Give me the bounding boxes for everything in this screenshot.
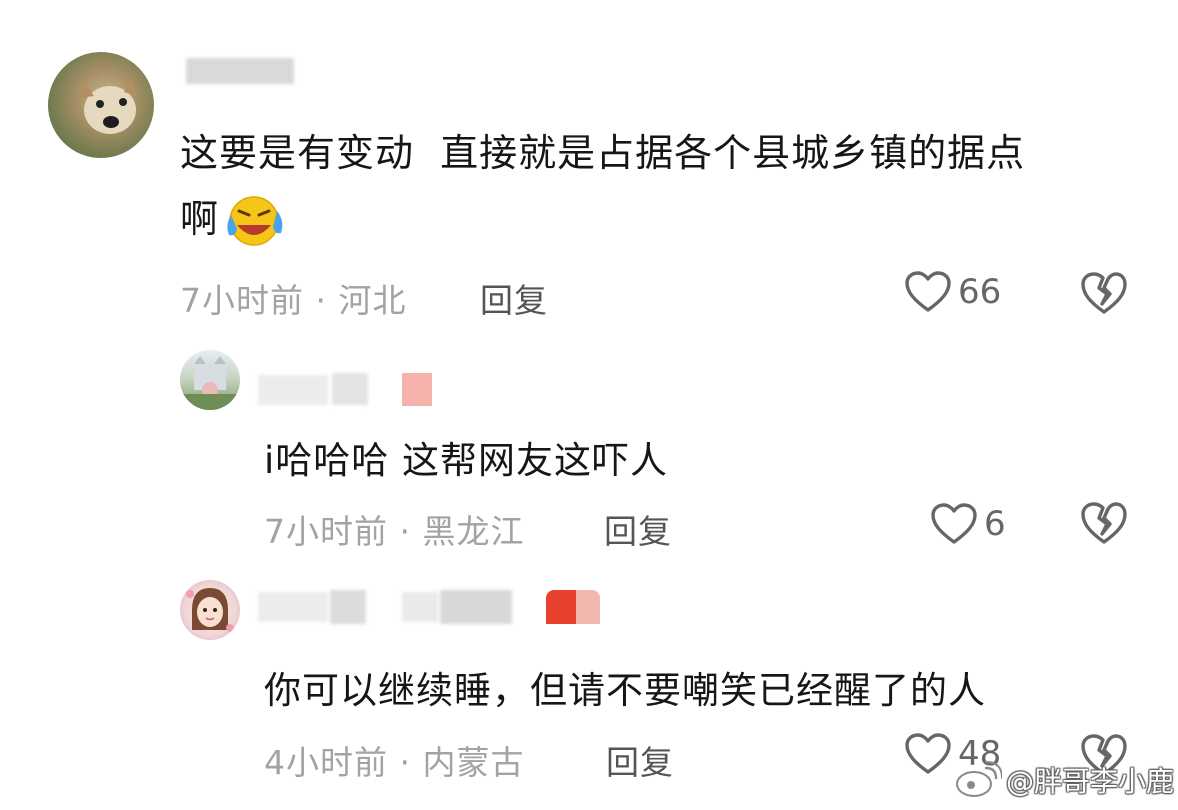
meta-separator: · (315, 281, 327, 320)
censored-username (402, 592, 438, 622)
reply-button[interactable]: 回复 (480, 274, 548, 322)
comment-location: 内蒙古 (422, 743, 525, 782)
heart-outline-icon (931, 503, 977, 544)
comment-time: 7小时前 (264, 512, 388, 551)
reply-button[interactable]: 回复 (606, 736, 674, 784)
comment-meta: 4小时前 · 内蒙古 (264, 736, 525, 784)
weibo-watermark: @胖哥李小鹿 (954, 760, 1174, 800)
comment-meta: 7小时前 · 河北 (180, 274, 407, 322)
broken-heart-icon (1081, 502, 1127, 544)
user-avatar[interactable] (48, 52, 154, 158)
broken-heart-icon (1081, 272, 1127, 314)
censored-username (332, 373, 368, 405)
reply-text: 你可以继续睡，但请不要嘲笑已经醒了的人 (264, 669, 986, 712)
meta-separator: · (399, 512, 411, 551)
watermark-text: @胖哥李小鹿 (1006, 765, 1175, 798)
user-badge (546, 590, 576, 624)
like-button[interactable]: 6 (930, 502, 1006, 546)
comment-text-line2-text: 啊 (180, 197, 220, 241)
girl-avatar-icon (186, 588, 234, 632)
comment-text-line2: 啊 (180, 188, 285, 250)
dog-face-icon (80, 78, 136, 134)
like-count: 6 (984, 504, 1006, 544)
censored-username (330, 590, 366, 624)
like-count: 66 (958, 272, 1002, 312)
user-avatar[interactable] (180, 580, 240, 640)
weibo-logo (955, 761, 1002, 798)
comment-location: 黑龙江 (422, 512, 525, 551)
censored-username (440, 590, 512, 624)
heart-outline-icon (905, 271, 951, 312)
censored-username (186, 58, 294, 84)
reply-text: i哈哈哈 这帮网友这吓人 (264, 439, 669, 482)
like-button[interactable]: 66 (904, 270, 1001, 314)
comment-time: 7小时前 (180, 281, 304, 320)
user-badge-secondary (576, 590, 600, 624)
comment-text-line1: 这要是有变动 直接就是占据各个县城乡镇的据点 (180, 131, 1026, 175)
castle-photo-icon (180, 356, 240, 410)
laugh-cry-emoji (227, 196, 283, 246)
dislike-button[interactable] (1080, 500, 1128, 550)
dislike-button[interactable] (1080, 270, 1128, 320)
meta-separator: · (399, 743, 411, 782)
reply-button[interactable]: 回复 (604, 505, 672, 553)
censored-username (258, 592, 328, 622)
comment-time: 4小时前 (264, 743, 388, 782)
comment-location: 河北 (338, 281, 407, 320)
comment-meta: 7小时前 · 黑龙江 (264, 505, 525, 553)
user-avatar[interactable] (180, 350, 240, 410)
censored-username (258, 375, 328, 405)
user-badge (402, 373, 432, 406)
heart-outline-icon (905, 733, 951, 774)
